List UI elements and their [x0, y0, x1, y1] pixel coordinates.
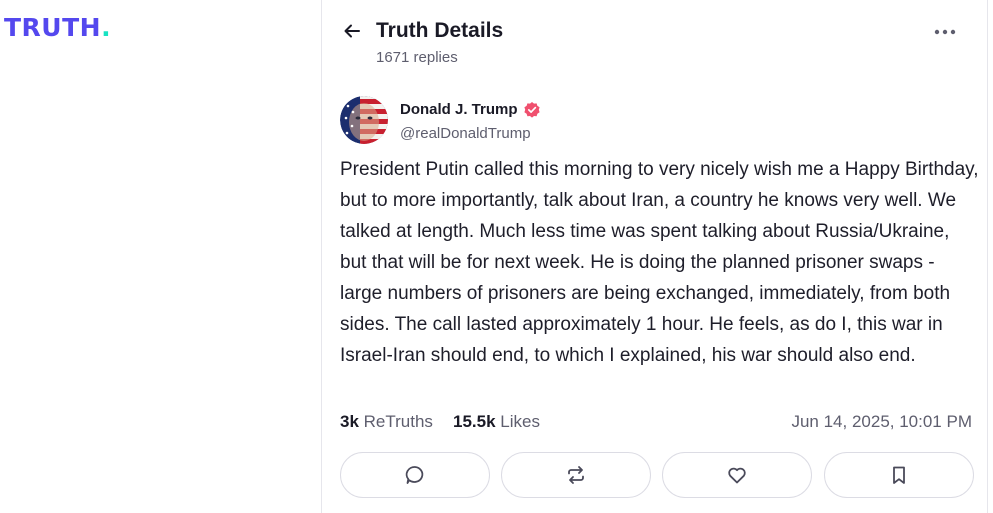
- author-handle[interactable]: @realDonaldTrump: [400, 124, 531, 144]
- post-timestamp: Jun 14, 2025, 10:01 PM: [791, 412, 972, 431]
- back-button[interactable]: [340, 19, 364, 43]
- retruth-arrows-icon: [568, 466, 584, 484]
- post-author: Donald J. Trump @realDonaldTrump: [340, 96, 940, 146]
- bookmark-icon: [893, 466, 905, 484]
- logo-dot: .: [101, 13, 112, 42]
- avatar-image: [340, 96, 388, 144]
- reply-bubble-icon: [405, 466, 424, 484]
- page-title: Truth Details: [376, 19, 504, 42]
- retruth-button[interactable]: [501, 452, 651, 498]
- post-stats: 3k ReTruths 15.5k Likes Jun 14, 2025, 10…: [340, 410, 972, 434]
- heart-icon: [728, 467, 746, 484]
- verified-badge-icon: [523, 102, 540, 118]
- retruths-label: ReTruths: [363, 412, 433, 431]
- likes-label: Likes: [500, 412, 540, 431]
- like-button[interactable]: [662, 452, 812, 498]
- arrow-left-icon: [344, 24, 360, 38]
- more-options-button[interactable]: [931, 22, 959, 42]
- likes-stat[interactable]: 15.5k Likes: [453, 410, 540, 434]
- author-name-row[interactable]: Donald J. Trump: [400, 100, 541, 120]
- bookmark-button[interactable]: [824, 452, 974, 498]
- avatar[interactable]: [340, 96, 388, 144]
- author-name: Donald J. Trump: [400, 101, 518, 118]
- reply-button[interactable]: [340, 452, 490, 498]
- page: TRUTH. Truth Details 1671 replies Donald…: [0, 0, 993, 513]
- logo-word: TRUTH: [4, 13, 102, 42]
- post-actions: [340, 452, 974, 498]
- post-text: President Putin called this morning to v…: [340, 159, 979, 366]
- page-header: Truth Details 1671 replies: [322, 0, 987, 80]
- truth-logo[interactable]: TRUTH.: [4, 12, 111, 44]
- main-column: Truth Details 1671 replies Donald J. Tru…: [321, 0, 988, 513]
- likes-count: 15.5k: [453, 412, 496, 431]
- left-rail: TRUTH.: [0, 0, 321, 513]
- retruths-stat[interactable]: 3k ReTruths: [340, 410, 433, 434]
- more-horizontal-icon: [934, 29, 956, 35]
- retruths-count: 3k: [340, 412, 359, 431]
- replies-count: 1671 replies: [376, 49, 458, 66]
